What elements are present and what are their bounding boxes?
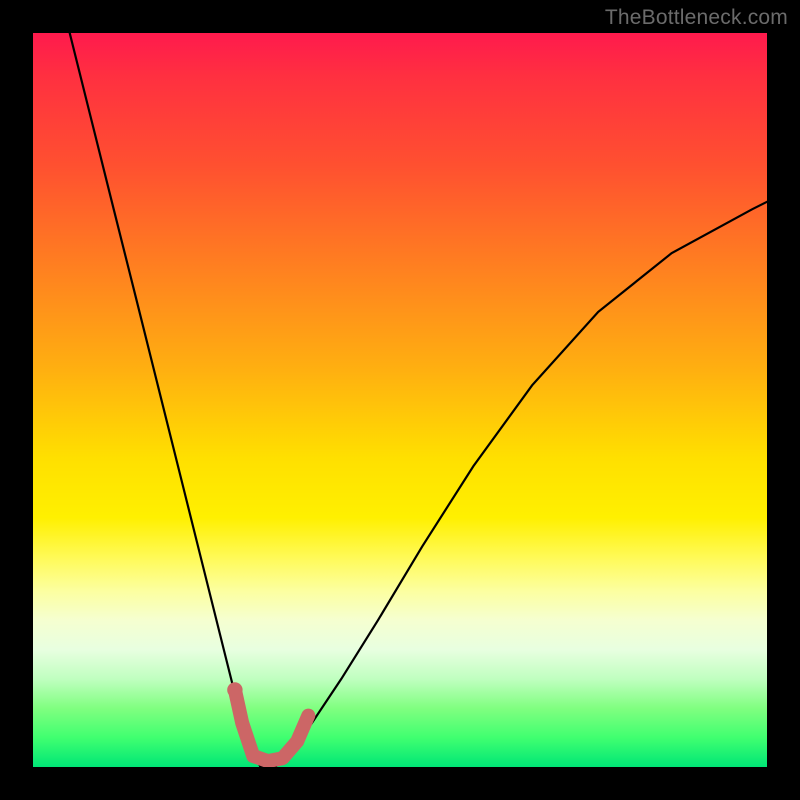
valley-stroke [235,690,308,761]
valley-markers [227,682,308,761]
bottleneck-curve [70,33,767,767]
watermark-text: TheBottleneck.com [605,6,788,30]
outer-frame: TheBottleneck.com [0,0,800,800]
chart-svg [33,33,767,767]
plot-area [33,33,767,767]
valley-dot [227,682,242,697]
